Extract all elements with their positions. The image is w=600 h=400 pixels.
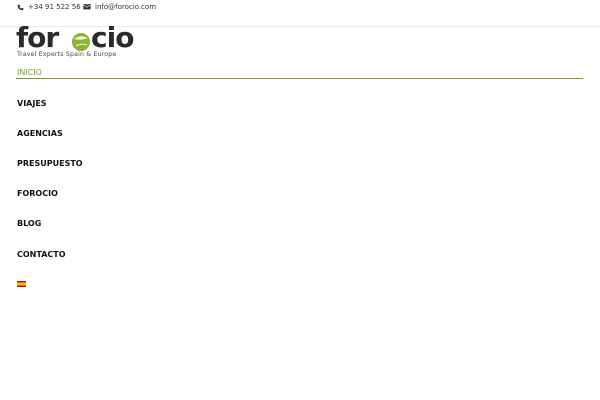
logo-word-right: cio: [91, 21, 134, 54]
nav-item-blog[interactable]: BLOG: [17, 219, 41, 228]
email-contact[interactable]: info@forocio.com: [83, 3, 156, 11]
phone-contact[interactable]: +34 91 522 56 77: [17, 3, 92, 11]
email-address[interactable]: info@forocio.com: [95, 3, 156, 11]
nav-item-agencias[interactable]: AGENCIAS: [17, 129, 63, 138]
nav-item-contacto[interactable]: CONTACTO: [17, 250, 66, 259]
nav-item-viajes[interactable]: VIAJES: [17, 99, 47, 108]
envelope-icon: [83, 4, 91, 10]
nav-item-presupuesto[interactable]: PRESUPUESTO: [17, 159, 83, 168]
spain-flag-icon[interactable]: [17, 281, 26, 287]
nav-item-inicio[interactable]: INICIO: [17, 68, 42, 77]
site-logo[interactable]: for cio Travel Experts Spain & Europe: [16, 21, 134, 63]
top-bar: +34 91 522 56 77 info@forocio.com: [0, 0, 600, 27]
phone-icon: [17, 4, 24, 10]
active-nav-underline: [16, 78, 583, 79]
logo-word-left: for: [16, 21, 59, 54]
logo-tagline: Travel Experts Spain & Europe: [17, 51, 117, 58]
nav-item-forocio[interactable]: FOROCIO: [17, 189, 58, 198]
globe-icon: [72, 33, 90, 51]
